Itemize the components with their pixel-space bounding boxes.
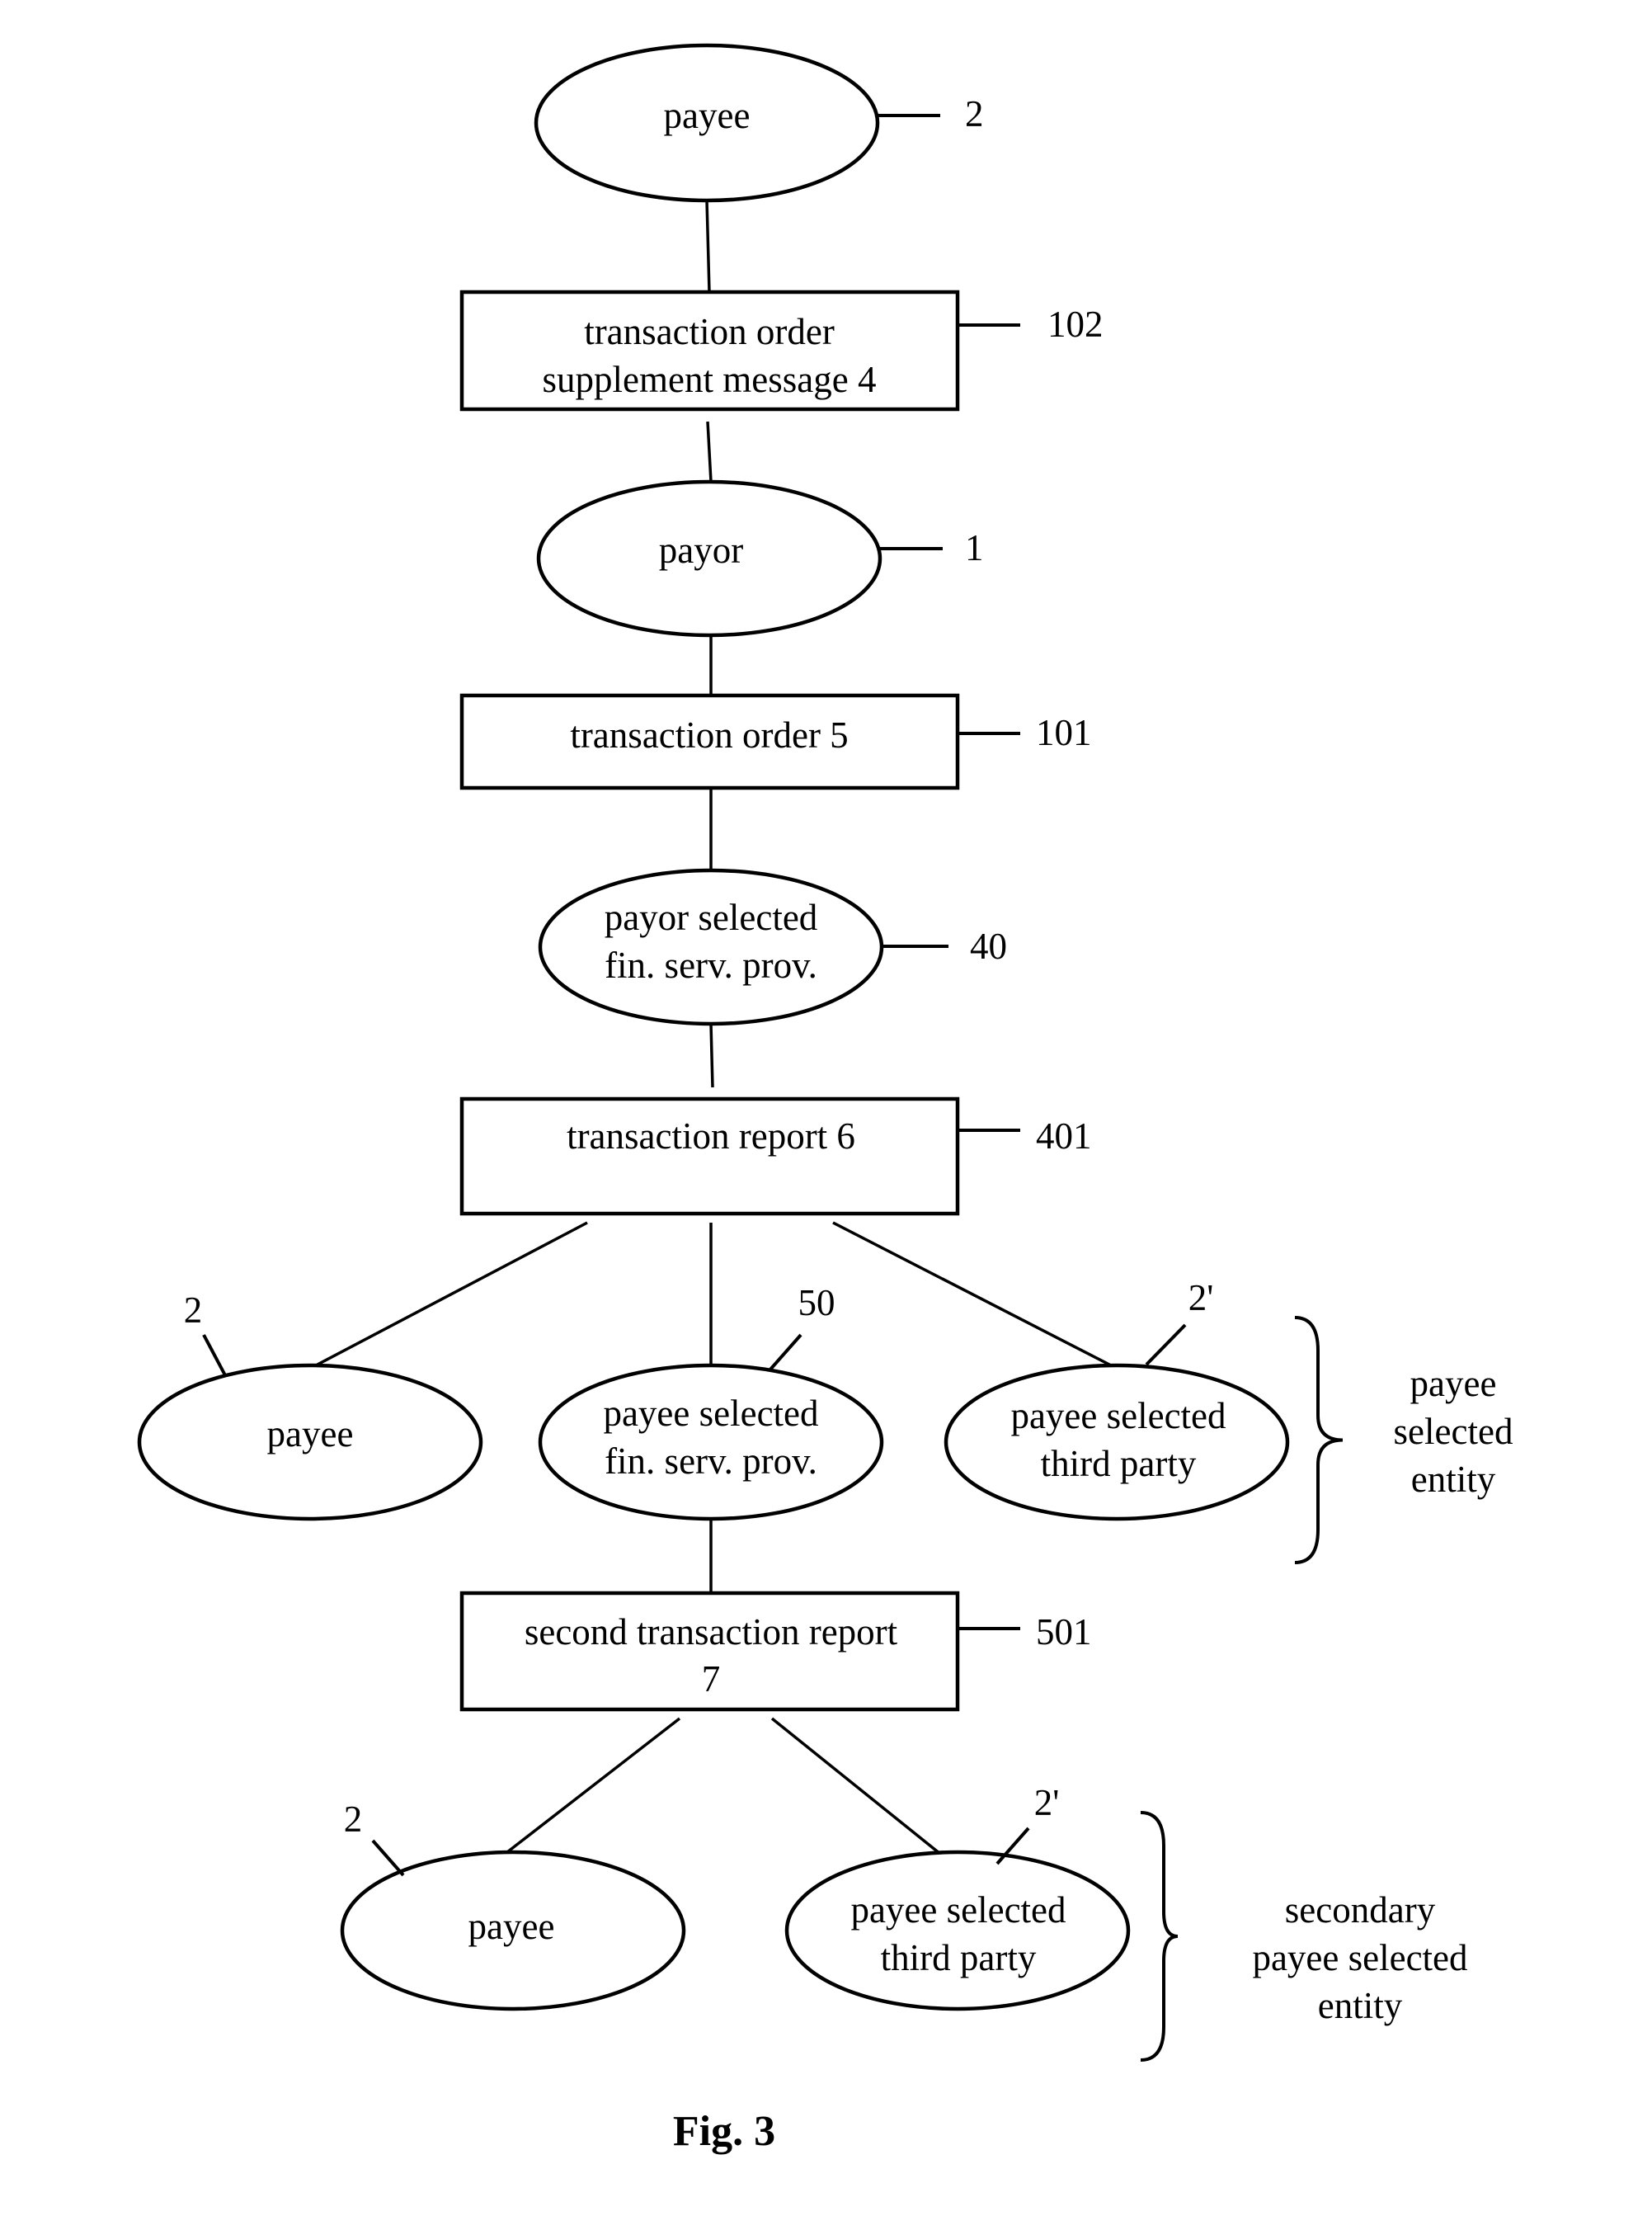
node-payee-top: payee [534, 43, 880, 203]
payee-bottom-ref-leader [371, 1839, 405, 1877]
payee-top-ref-numeral: 2 [965, 93, 984, 134]
second-report-label-line-1: second transaction report [525, 1611, 898, 1652]
node-transaction-order: transaction order 5 [459, 693, 960, 790]
payee-top-label-line-1: payee [664, 95, 751, 136]
edge-payee-top-to-supplement-message [705, 200, 711, 293]
third-party-bottom-ref-numeral: 2' [1034, 1782, 1060, 1823]
payee-bottom-ref-numeral: 2 [344, 1799, 363, 1840]
third-party-bottom-label-line-1: payee selected [850, 1889, 1066, 1931]
payor-fsp-label-line-2: fin. serv. prov. [605, 945, 817, 986]
transaction-order-label-line-1: transaction order 5 [570, 714, 848, 756]
transaction-report-label-line-1: transaction report 6 [567, 1115, 855, 1157]
payor-ref-numeral: 1 [965, 527, 984, 568]
payee-mid-label-line-1: payee [267, 1413, 354, 1454]
node-second-report: second transaction report 7 [459, 1591, 960, 1712]
payor-fsp-ref-numeral: 40 [970, 926, 1007, 967]
supplement-message-label-line-2: supplement message 4 [543, 359, 877, 400]
transaction-report-ref-numeral: 401 [1036, 1115, 1092, 1157]
payee-selected-entity-brace [1294, 1316, 1344, 1564]
payee-selected-entity-label-line-1: payee [1410, 1363, 1497, 1404]
edge-second-report-to-payee-bottom [506, 1717, 681, 1854]
node-payee-mid: payee [137, 1363, 483, 1521]
third-party-mid-label-line-2: third party [1041, 1443, 1197, 1484]
edge-second-report-to-third-party-bottom [770, 1717, 942, 1855]
secondary-payee-selected-entity-label-line-3: entity [1318, 1985, 1403, 2026]
third-party-mid-label-line-1: payee selected [1010, 1395, 1226, 1436]
supplement-message-ref-numeral: 102 [1047, 304, 1104, 345]
node-payee-bottom: payee [340, 1850, 686, 2011]
group-payee-selected-entity: payee selected entity [1294, 1316, 1513, 1564]
node-transaction-report: transaction report 6 [459, 1096, 960, 1216]
payee-fsp-ref-numeral: 50 [798, 1282, 835, 1323]
secondary-payee-selected-entity-label-line-2: payee selected [1252, 1937, 1467, 1978]
edge-transaction-report-to-third-party-mid [832, 1221, 1112, 1367]
diagram-canvas: payee transaction order supplement message… [137, 43, 1513, 2155]
payee-fsp-label-line-2: fin. serv. prov. [605, 1440, 817, 1482]
node-supplement-message: transaction order supplement message 4 [459, 290, 960, 412]
payor-label-line-1: payor [659, 530, 743, 571]
secondary-payee-selected-entity-brace [1140, 1811, 1179, 2062]
node-third-party-bottom: payee selected third party [784, 1850, 1131, 2011]
node-payee-fsp: payee selected fin. serv. prov. [538, 1363, 884, 1521]
payee-mid-ref-numeral: 2 [184, 1289, 203, 1331]
payee-fsp-ref-leader [768, 1333, 802, 1372]
edge-supplement-message-to-payor [706, 421, 713, 483]
edge-transaction-report-to-payee-mid [315, 1221, 588, 1367]
third-party-mid-ref-leader [1145, 1323, 1187, 1366]
second-report-ref-numeral: 501 [1036, 1611, 1092, 1652]
second-report-label-line-2: 7 [702, 1658, 721, 1700]
edge-payor-fsp-to-transaction-report [709, 1023, 714, 1088]
payee-selected-entity-label-line-2: selected [1394, 1411, 1513, 1452]
third-party-mid-ref-numeral: 2' [1188, 1277, 1214, 1318]
node-payor: payor [536, 479, 882, 638]
payee-bottom-label-line-1: payee [468, 1906, 555, 1947]
payee-selected-entity-label-line-3: entity [1411, 1459, 1496, 1500]
figure-caption: Fig. 3 [673, 2108, 775, 2155]
third-party-mid-ellipse [944, 1363, 1290, 1521]
payee-fsp-label-line-1: payee selected [603, 1393, 818, 1434]
group-secondary-payee-selected-entity: secondary payee selected entity [1140, 1811, 1468, 2062]
transaction-order-ref-numeral: 101 [1036, 712, 1092, 753]
third-party-bottom-label-line-2: third party [881, 1937, 1037, 1978]
payee-mid-ref-leader [202, 1334, 227, 1376]
supplement-message-label-line-1: transaction order [584, 311, 835, 352]
diagram-nodes: payee transaction order supplement message… [137, 43, 1290, 2011]
payor-fsp-label-line-1: payor selected [605, 897, 818, 938]
secondary-payee-selected-entity-label-line-1: secondary [1285, 1889, 1436, 1931]
third-party-bottom-ellipse [784, 1850, 1131, 2011]
node-payor-fsp: payor selected fin. serv. prov. [538, 868, 884, 1026]
node-third-party-mid: payee selected third party [944, 1363, 1290, 1521]
